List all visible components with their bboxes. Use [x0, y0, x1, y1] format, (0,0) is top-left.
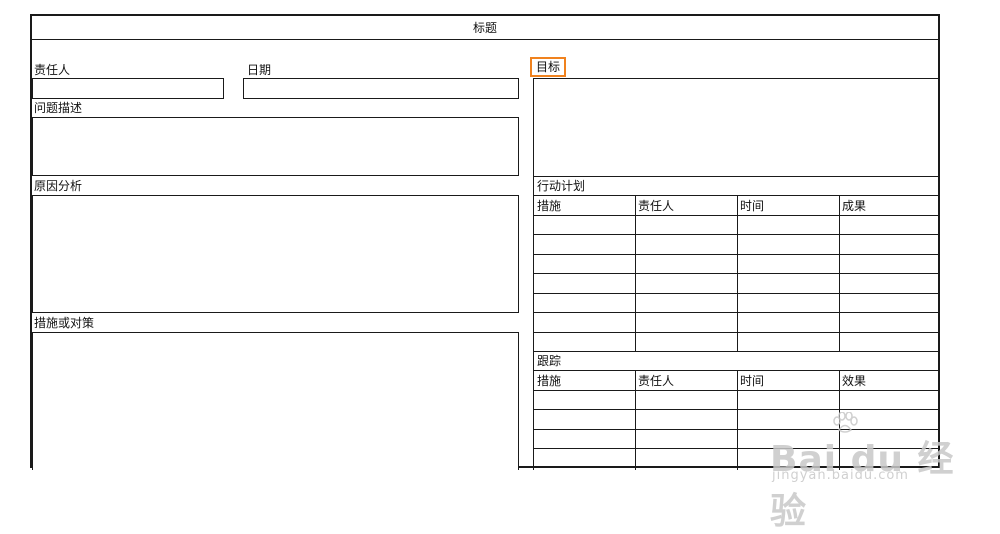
- table-row-line: [533, 254, 938, 255]
- goal-top-line: [533, 78, 938, 79]
- date-label: 日期: [247, 63, 272, 77]
- goal-label: 目标: [530, 57, 567, 77]
- action-plan-header-measures: 措施: [537, 199, 562, 213]
- action-plan-header-result: 成果: [842, 199, 867, 213]
- table-col-line: [839, 370, 840, 470]
- table-col-line: [737, 370, 738, 470]
- measures-label: 措施或对策: [34, 316, 95, 330]
- action-plan-bottom: [533, 351, 938, 352]
- table-row-line: [533, 409, 938, 410]
- action-plan-header-owner: 责任人: [638, 199, 675, 213]
- tracking-title: 跟踪: [537, 354, 562, 368]
- form-frame: 标题 责任人 日期 问题描述 原因分析 措施或对策 目标 行动计划 措施 责任人…: [30, 14, 940, 470]
- action-plan-header-top: [533, 195, 938, 196]
- table-row-line: [533, 273, 938, 274]
- table-col-line: [839, 195, 840, 351]
- form-title: 标题: [472, 21, 497, 35]
- owner-label: 责任人: [34, 63, 71, 77]
- action-plan-header-time: 时间: [740, 199, 765, 213]
- table-row-line: [533, 429, 938, 430]
- tracking-header-time: 时间: [740, 374, 765, 388]
- date-field[interactable]: [243, 78, 519, 99]
- tracking-header-effect: 效果: [842, 374, 867, 388]
- measures-field[interactable]: [32, 332, 519, 470]
- tracking-header-owner: 责任人: [638, 374, 675, 388]
- table-row-line: [533, 312, 938, 313]
- cause-analysis-field[interactable]: [32, 195, 519, 313]
- goal-bottom-line: [533, 176, 938, 177]
- table-col-line: [635, 195, 636, 351]
- table-row-line: [533, 448, 938, 449]
- watermark-text-bottom: jingyan.baidu.com: [772, 468, 909, 483]
- action-plan-title: 行动计划: [537, 179, 586, 193]
- table-row-line: [533, 332, 938, 333]
- problem-description-field[interactable]: [32, 117, 519, 176]
- problem-description-label: 问题描述: [34, 101, 83, 115]
- title-divider: [32, 39, 938, 40]
- table-row-line: [533, 234, 938, 235]
- tracking-header-top: [533, 370, 938, 371]
- right-column-left-border: [533, 78, 534, 470]
- table-row-line: [533, 390, 938, 391]
- table-col-line: [737, 195, 738, 351]
- cause-analysis-label: 原因分析: [34, 179, 83, 193]
- owner-field[interactable]: [32, 78, 224, 99]
- table-row-line: [533, 215, 938, 216]
- tracking-header-measures: 措施: [537, 374, 562, 388]
- table-col-line: [635, 370, 636, 470]
- table-row-line: [533, 293, 938, 294]
